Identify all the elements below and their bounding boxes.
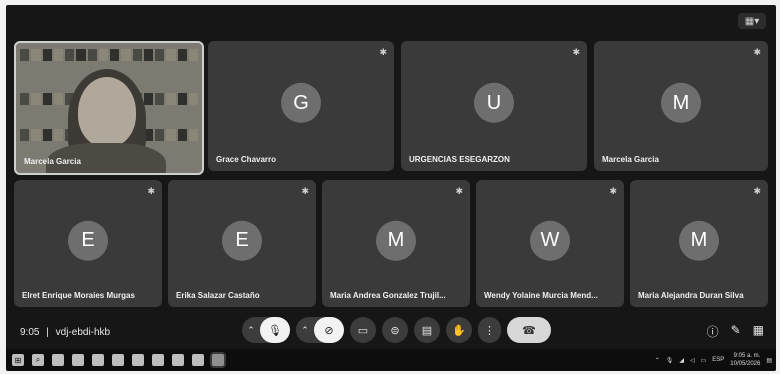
- leave-call-button[interactable]: ☎: [507, 317, 551, 343]
- participant-name: Erika Salazar Castaño: [176, 291, 260, 300]
- info-icon[interactable]: ⓘ: [707, 323, 719, 340]
- avatar: E: [222, 220, 262, 261]
- pin-icon[interactable]: ✱: [609, 186, 617, 197]
- mic-icon[interactable]: 🎙: [666, 357, 674, 364]
- speaker-icon[interactable]: ◁: [690, 357, 695, 364]
- windows-start-icon[interactable]: ⊞: [12, 354, 24, 366]
- participant-name: URGENCIAS ESEGARZON: [409, 155, 510, 164]
- chrome-icon[interactable]: [132, 354, 144, 366]
- pin-icon[interactable]: ✱: [572, 47, 580, 58]
- file-explorer-icon[interactable]: [172, 354, 184, 366]
- raise-hand-icon: ✋: [452, 324, 466, 337]
- present-icon: ▭: [357, 324, 369, 337]
- pin-icon[interactable]: ✱: [379, 47, 387, 58]
- meet-app-icon[interactable]: [212, 354, 224, 366]
- meeting-details: 9:05 | vdj-ebdi-hkb: [20, 327, 110, 338]
- activities-icon[interactable]: ▦: [753, 323, 764, 340]
- participant-tile[interactable]: ✱ M Maria Alejandra Duran Silva: [630, 180, 768, 307]
- participant-tile[interactable]: ✱ G Grace Chavarro: [208, 41, 394, 171]
- chat-icon: ▤: [421, 324, 433, 337]
- mic-off-icon[interactable]: 🎙: [260, 317, 290, 343]
- chat-button[interactable]: ▤: [414, 317, 440, 343]
- app-icon[interactable]: [192, 354, 204, 366]
- app-icon[interactable]: [92, 354, 104, 366]
- avatar: W: [530, 220, 570, 261]
- avatar: G: [281, 82, 321, 123]
- camera-off-icon[interactable]: ⊘: [314, 317, 344, 343]
- participant-tile[interactable]: ✱ U URGENCIAS ESEGARZON: [401, 41, 587, 171]
- present-button[interactable]: ▭: [350, 317, 376, 343]
- clock-date: 10/05/2026: [730, 361, 761, 367]
- chevron-up-icon[interactable]: ⌃: [242, 325, 260, 336]
- participant-name: Maria Andrea Gonzalez Trujil...: [330, 291, 446, 300]
- participant-name: Maria Alejandra Duran Silva: [638, 291, 744, 300]
- search-icon[interactable]: ⌕: [32, 354, 44, 366]
- participant-name: Elret Enrique Moraies Murgas: [22, 291, 135, 300]
- avatar: M: [376, 220, 416, 261]
- avatar: M: [661, 82, 701, 123]
- chevron-up-icon[interactable]: ⌃: [655, 357, 660, 364]
- pin-icon[interactable]: ✱: [301, 186, 309, 197]
- captions-icon: ⊜: [390, 324, 400, 337]
- participant-tile[interactable]: ✱ W Wendy Yolaine Murcia Mend...: [476, 180, 624, 307]
- system-tray: ⌃ 🎙 ◢ ◁ ▭ ESP 9:05 a. m. 10/05/2026 ▤: [655, 352, 772, 368]
- hang-up-icon: ☎: [522, 324, 536, 337]
- chevron-up-icon[interactable]: ⌃: [296, 325, 314, 336]
- pin-icon[interactable]: ✱: [455, 186, 463, 197]
- pin-icon[interactable]: ✱: [147, 186, 155, 197]
- grid-icon: ▦▾: [744, 15, 760, 27]
- camera-control[interactable]: ⌃ ⊘: [296, 317, 344, 343]
- person-face: [78, 77, 136, 147]
- task-view-icon[interactable]: [52, 354, 64, 366]
- network-icon[interactable]: ◢: [679, 357, 684, 364]
- mic-control[interactable]: ⌃ 🎙: [242, 317, 290, 343]
- meet-window: ▦▾ Marcela Garcia ✱ G Grace Chavarro ✱ U…: [6, 5, 776, 371]
- raise-hand-button[interactable]: ✋: [446, 317, 472, 343]
- participant-tile[interactable]: ✱ M Marcela Garcia: [594, 41, 768, 171]
- participant-name: Wendy Yolaine Murcia Mend...: [484, 291, 598, 300]
- pin-icon[interactable]: ✱: [753, 186, 761, 197]
- meeting-code: vdj-ebdi-hkb: [55, 327, 111, 338]
- side-controls: ⓘ ✎ ▦: [707, 323, 764, 340]
- meeting-time: 9:05: [20, 327, 40, 338]
- clock[interactable]: 9:05 a. m. 10/05/2026: [730, 352, 760, 368]
- participant-name: Marcela Garcia: [24, 157, 81, 166]
- app-icon[interactable]: [72, 354, 84, 366]
- separator: |: [46, 327, 49, 338]
- windows-taskbar: ⊞ ⌕ ⌃ 🎙 ◢ ◁ ▭ ESP 9:05 a. m. 10/05/2026 …: [6, 349, 776, 371]
- layout-toggle[interactable]: ▦▾: [738, 13, 766, 29]
- participant-name: Marcela Garcia: [602, 155, 659, 164]
- clock-time: 9:05 a. m.: [733, 353, 761, 359]
- language-indicator[interactable]: ESP: [712, 357, 724, 363]
- avatar: M: [679, 220, 719, 261]
- participant-tile[interactable]: ✱ E Erika Salazar Castaño: [168, 180, 316, 307]
- chat-panel-icon[interactable]: ✎: [731, 323, 741, 340]
- self-video-tile[interactable]: Marcela Garcia: [14, 41, 204, 175]
- captions-button[interactable]: ⊜: [382, 317, 408, 343]
- battery-icon[interactable]: ▭: [701, 357, 707, 364]
- more-icon: ⋮: [484, 324, 495, 337]
- participant-tile[interactable]: ✱ E Elret Enrique Moraies Murgas: [14, 180, 162, 307]
- participant-tile[interactable]: ✱ M Maria Andrea Gonzalez Trujil...: [322, 180, 470, 307]
- participant-name: Grace Chavarro: [216, 155, 277, 164]
- mail-icon[interactable]: [152, 354, 164, 366]
- edge-icon[interactable]: [112, 354, 124, 366]
- notification-icon[interactable]: ▤: [766, 357, 772, 364]
- avatar: U: [474, 82, 514, 123]
- call-controls: ⌃ 🎙 ⌃ ⊘ ▭ ⊜ ▤ ✋ ⋮ ☎: [242, 317, 551, 343]
- pin-icon[interactable]: ✱: [753, 47, 761, 58]
- avatar: E: [68, 220, 108, 261]
- more-options-button[interactable]: ⋮: [478, 317, 501, 343]
